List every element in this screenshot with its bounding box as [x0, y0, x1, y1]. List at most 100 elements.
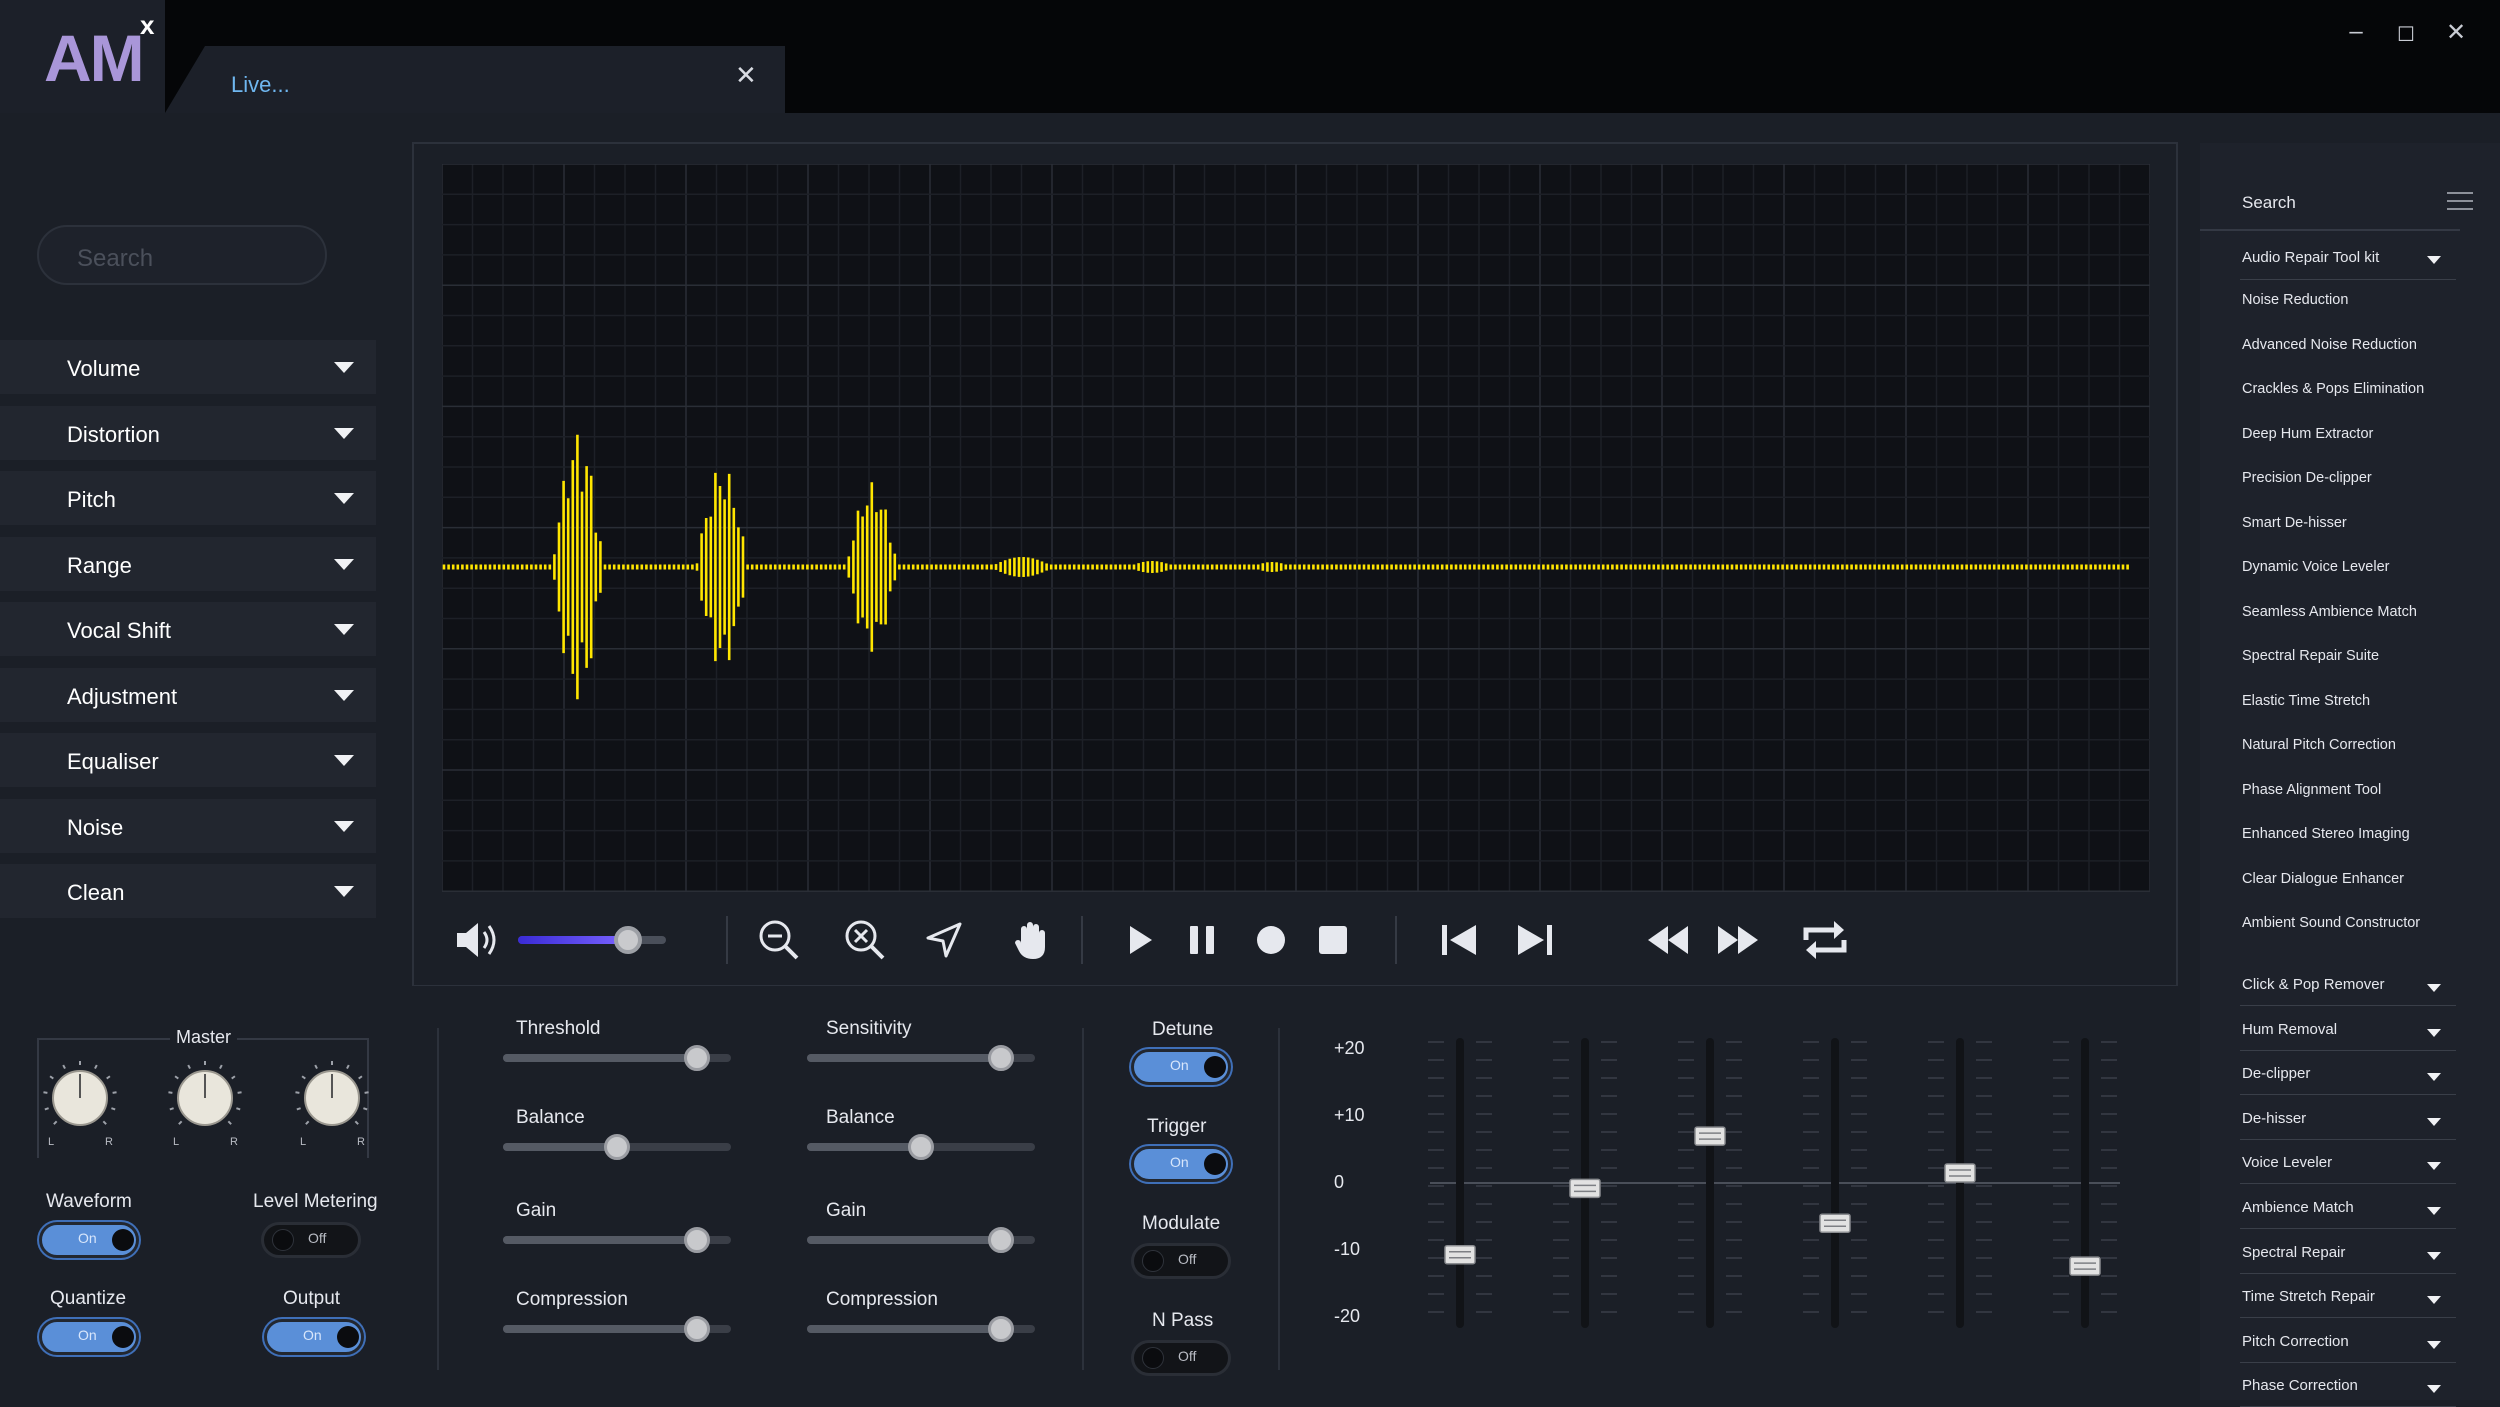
eq-band-fader[interactable]	[1569, 1178, 1601, 1199]
compression-slider[interactable]	[503, 1316, 731, 1342]
toolkit-item[interactable]: Crackles & Pops Elimination	[2242, 381, 2424, 397]
eq-band-fader[interactable]	[1694, 1126, 1726, 1146]
record-icon[interactable]	[1255, 924, 1287, 956]
toolkit-item[interactable]: Clear Dialogue Enhancer	[2242, 871, 2404, 887]
toolkit-section[interactable]: Spectral Repair	[2242, 1244, 2345, 1261]
menu-icon[interactable]	[2447, 190, 2473, 212]
quantize-toggle[interactable]: On	[39, 1319, 139, 1355]
slider-knob[interactable]	[683, 1316, 710, 1342]
toolkit-section[interactable]: Ambience Match	[2242, 1199, 2354, 1216]
pause-icon[interactable]	[1188, 924, 1216, 956]
menu-item-adjustment[interactable]: Adjustment	[0, 667, 376, 722]
loop-icon[interactable]	[1800, 916, 1850, 964]
threshold-slider[interactable]	[503, 1045, 731, 1071]
chevron-down-icon[interactable]	[2427, 1207, 2441, 1215]
eq-band-track[interactable]	[1456, 1038, 1464, 1328]
toolkit-item[interactable]: Smart De-hisser	[2242, 515, 2347, 531]
slider-knob[interactable]	[987, 1227, 1014, 1253]
chevron-down-icon[interactable]	[2427, 1117, 2441, 1126]
chevron-down-icon[interactable]	[2427, 1340, 2441, 1349]
gain-slider[interactable]	[807, 1227, 1035, 1253]
waveform-display[interactable]	[442, 164, 2150, 892]
eq-band-fader[interactable]	[1819, 1213, 1851, 1233]
chevron-down-icon[interactable]	[2427, 1251, 2441, 1260]
toolkit-item[interactable]: Phase Alignment Tool	[2242, 782, 2381, 798]
slider-knob[interactable]	[683, 1045, 710, 1071]
toolkit-item[interactable]: Precision De-clipper	[2242, 470, 2372, 486]
menu-item-clean[interactable]: Clean	[0, 864, 376, 918]
toolkit-item[interactable]: Natural Pitch Correction	[2242, 737, 2396, 753]
toolkit-section[interactable]: Voice Leveler	[2242, 1154, 2332, 1171]
close-window-icon[interactable]: ✕	[2441, 18, 2471, 47]
gain-slider[interactable]	[503, 1227, 731, 1253]
toolkit-item[interactable]: Seamless Ambience Match	[2242, 604, 2417, 620]
slider-knob[interactable]	[908, 1134, 934, 1160]
chevron-down-icon[interactable]	[2427, 984, 2441, 992]
menu-item-volume[interactable]: Volume	[0, 340, 376, 394]
master-knob[interactable]	[292, 1058, 372, 1138]
pointer-icon[interactable]	[924, 920, 964, 960]
toolkit-section[interactable]: De-clipper	[2242, 1065, 2310, 1082]
chevron-down-icon[interactable]	[2427, 256, 2441, 264]
slider-knob[interactable]	[683, 1227, 710, 1253]
toolkit-section[interactable]: Hum Removal	[2242, 1021, 2337, 1038]
eq-band-fader[interactable]	[2069, 1256, 2101, 1276]
menu-item-pitch[interactable]: Pitch	[0, 471, 376, 525]
toolkit-section[interactable]: Pitch Correction	[2242, 1333, 2349, 1350]
menu-item-distortion[interactable]: Distortion	[0, 405, 376, 460]
minimize-icon[interactable]: –	[2341, 18, 2371, 46]
master-knob[interactable]	[40, 1058, 120, 1138]
eq-band-track[interactable]	[1831, 1038, 1839, 1328]
slider-knob[interactable]	[987, 1316, 1014, 1342]
hand-icon[interactable]	[1013, 919, 1049, 961]
rewind-icon[interactable]	[1646, 924, 1690, 956]
skip-back-icon[interactable]	[1440, 923, 1478, 957]
toolkit-item[interactable]: Deep Hum Extractor	[2242, 426, 2373, 442]
balance-slider[interactable]	[807, 1134, 1035, 1160]
eq-band-track[interactable]	[1956, 1038, 1964, 1328]
toolkit-item[interactable]: Advanced Noise Reduction	[2242, 337, 2417, 353]
toolkit-search-label[interactable]: Search	[2242, 193, 2296, 213]
eq-band-fader[interactable]	[1944, 1163, 1976, 1183]
volume-slider-knob[interactable]	[613, 926, 642, 954]
slider-knob[interactable]	[604, 1134, 630, 1160]
n-pass-toggle[interactable]: Off	[1131, 1340, 1231, 1376]
skip-forward-icon[interactable]	[1516, 923, 1554, 957]
play-icon[interactable]	[1128, 924, 1154, 956]
modulate-toggle[interactable]: Off	[1131, 1243, 1231, 1279]
toolkit-section[interactable]: Phase Correction	[2242, 1377, 2358, 1394]
menu-item-range[interactable]: Range	[0, 536, 376, 591]
toolkit-item[interactable]: Noise Reduction	[2242, 292, 2348, 308]
chevron-down-icon[interactable]	[2427, 1028, 2441, 1037]
sidebar-search-input[interactable]: Search	[37, 225, 327, 285]
fast-forward-icon[interactable]	[1716, 924, 1760, 956]
chevron-down-icon[interactable]	[2427, 1385, 2441, 1394]
tab-live[interactable]: Live... ✕	[165, 46, 785, 113]
master-knob[interactable]	[165, 1058, 245, 1138]
output-toggle[interactable]: On	[264, 1319, 364, 1355]
toolkit-header[interactable]: Audio Repair Tool kit	[2242, 249, 2379, 266]
speaker-icon[interactable]	[453, 920, 501, 960]
toolkit-section[interactable]: Time Stretch Repair	[2242, 1288, 2375, 1305]
level-metering-toggle[interactable]: Off	[261, 1222, 361, 1258]
eq-band-track[interactable]	[2081, 1038, 2089, 1328]
chevron-down-icon[interactable]	[2427, 1073, 2441, 1082]
menu-item-equaliser[interactable]: Equaliser	[0, 733, 376, 787]
maximize-icon[interactable]: ☐	[2391, 22, 2421, 47]
menu-item-vocal-shift[interactable]: Vocal Shift	[0, 602, 376, 656]
toolkit-item[interactable]: Elastic Time Stretch	[2242, 693, 2370, 709]
detune-toggle[interactable]: On	[1131, 1049, 1231, 1085]
toolkit-item[interactable]: Enhanced Stereo Imaging	[2242, 826, 2410, 842]
waveform-toggle[interactable]: On	[39, 1222, 139, 1258]
zoom-fit-icon[interactable]	[843, 918, 887, 962]
eq-band-track[interactable]	[1706, 1038, 1714, 1328]
trigger-toggle[interactable]: On	[1131, 1146, 1231, 1182]
chevron-down-icon[interactable]	[2427, 1162, 2441, 1171]
toolkit-item[interactable]: Dynamic Voice Leveler	[2242, 559, 2390, 575]
compression-slider[interactable]	[807, 1316, 1035, 1342]
zoom-out-icon[interactable]	[757, 918, 801, 962]
toolkit-item[interactable]: Ambient Sound Constructor	[2242, 915, 2420, 931]
sensitivity-slider[interactable]	[807, 1045, 1035, 1071]
tab-close-icon[interactable]: ✕	[735, 60, 757, 91]
slider-knob[interactable]	[987, 1045, 1014, 1071]
